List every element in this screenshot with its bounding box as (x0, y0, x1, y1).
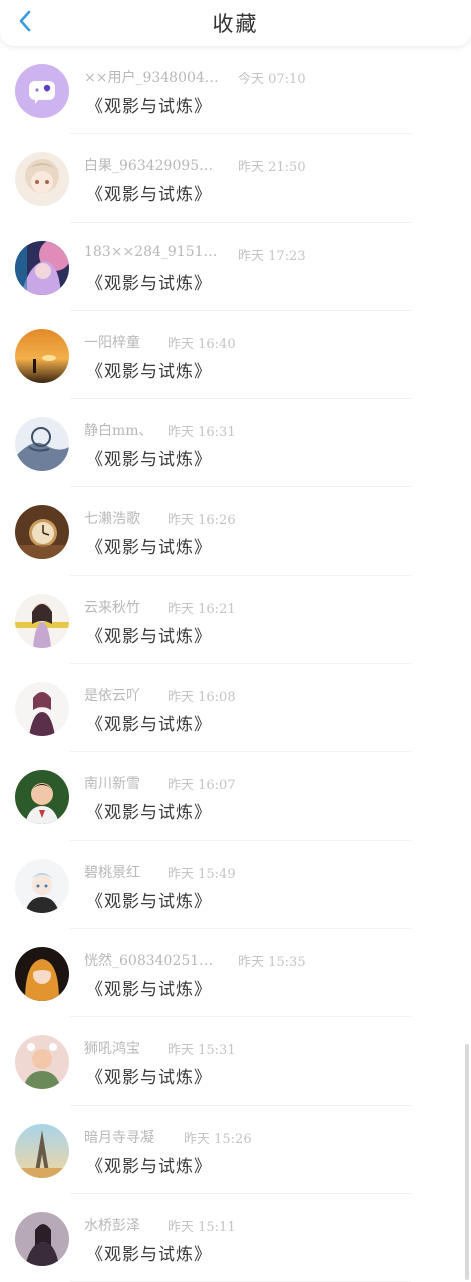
user-name: 静白mm、 (84, 423, 153, 440)
list-item[interactable]: 是依云吖 昨天 16:08 《观影与试炼》 (0, 664, 471, 753)
favorite-time: 昨天 16:31 (168, 425, 236, 441)
avatar[interactable] (15, 682, 69, 737)
page-title: 收藏 (212, 12, 259, 36)
user-name: 恍然_608340251… (84, 952, 214, 969)
work-title[interactable]: 《观影与试炼》 (86, 975, 212, 1000)
user-name: 七濑浩歌 (84, 511, 140, 528)
favorite-time: 昨天 16:08 (168, 690, 236, 706)
avatar[interactable] (15, 858, 69, 913)
work-title[interactable]: 《观影与试炼》 (86, 533, 212, 558)
user-name: 狮吼鸿宝 (84, 1041, 140, 1058)
list-item[interactable]: 一阳梓童 昨天 16:40 《观影与试炼》 (0, 311, 471, 400)
favorite-time: 昨天 16:07 (168, 778, 236, 794)
avatar[interactable] (15, 1123, 69, 1178)
work-title[interactable]: 《观影与试炼》 (86, 1152, 212, 1177)
list-item[interactable]: 暗月寺寻凝 昨天 15:26 《观影与试炼》 (0, 1106, 471, 1195)
favorite-time: 昨天 16:26 (168, 513, 236, 529)
work-title[interactable]: 《观影与试炼》 (86, 710, 212, 735)
list-item[interactable]: 水桥彭泽 昨天 15:11 《观影与试炼》 (0, 1194, 471, 1282)
list-item[interactable]: 静白mm、 昨天 16:31 《观影与试炼》 (0, 399, 471, 488)
work-title[interactable]: 《观影与试炼》 (86, 798, 212, 823)
list-item[interactable]: 碧桃景红 昨天 15:49 《观影与试炼》 (0, 841, 471, 930)
list-item[interactable]: 七濑浩歌 昨天 16:26 《观影与试炼》 (0, 487, 471, 577)
list-item[interactable]: 白果_963429095… 昨天 21:50 《观影与试炼》 (0, 134, 471, 223)
favorite-time: 昨天 17:23 (238, 248, 306, 264)
list-item[interactable]: 恍然_608340251… 昨天 15:35 《观影与试炼》 (0, 929, 471, 1018)
user-name: 183××284_9151… (84, 243, 218, 260)
favorite-time: 昨天 21:50 (238, 160, 306, 176)
favorite-time: 昨天 16:21 (168, 601, 236, 617)
avatar[interactable] (15, 152, 69, 207)
user-name: 南川新雪 (84, 776, 140, 793)
avatar[interactable] (15, 64, 69, 118)
work-title[interactable]: 《观影与试炼》 (86, 269, 212, 294)
user-name: 云来秋竹 (84, 599, 140, 616)
user-name: 水桥彭泽 (84, 1217, 140, 1234)
favorite-time: 昨天 15:35 (238, 954, 306, 970)
avatar[interactable] (15, 1211, 69, 1266)
avatar[interactable] (15, 505, 69, 560)
avatar[interactable] (15, 240, 69, 295)
scrollbar[interactable] (465, 1044, 469, 1280)
favorite-time: 昨天 15:49 (168, 866, 236, 882)
list-item[interactable]: 183××284_9151… 昨天 17:23 《观影与试炼》 (0, 223, 471, 312)
list-item[interactable]: ××用户_9348004… 今天 07:10 《观影与试炼》 (0, 46, 471, 135)
work-title[interactable]: 《观影与试炼》 (86, 180, 212, 205)
user-name: 暗月寺寻凝 (84, 1129, 154, 1146)
favorite-time: 昨天 15:31 (168, 1043, 236, 1059)
favorite-time: 昨天 15:26 (184, 1131, 252, 1147)
favorite-time: 今天 07:10 (238, 72, 306, 87)
list-item[interactable]: 南川新雪 昨天 16:07 《观影与试炼》 (0, 752, 471, 841)
avatar[interactable] (15, 946, 69, 1001)
favorites-list: ××用户_9348004… 今天 07:10 《观影与试炼》 白果_963429… (0, 46, 471, 1282)
list-item[interactable]: 云来秋竹 昨天 16:21 《观影与试炼》 (0, 576, 471, 665)
work-title[interactable]: 《观影与试炼》 (86, 357, 212, 382)
user-name: 一阳梓童 (84, 334, 140, 351)
work-title[interactable]: 《观影与试炼》 (86, 1240, 212, 1265)
avatar[interactable] (15, 328, 69, 383)
work-title[interactable]: 《观影与试炼》 (86, 445, 212, 470)
user-name: 白果_963429095… (84, 158, 214, 175)
avatar[interactable] (15, 1035, 69, 1090)
user-name: 是依云吖 (84, 688, 140, 705)
avatar[interactable] (15, 417, 69, 472)
work-title[interactable]: 《观影与试炼》 (86, 622, 212, 647)
work-title[interactable]: 《观影与试炼》 (86, 1063, 212, 1088)
favorite-time: 昨天 15:11 (168, 1219, 236, 1235)
user-name: ××用户_9348004… (84, 70, 219, 86)
avatar[interactable] (15, 593, 69, 648)
work-title[interactable]: 《观影与试炼》 (86, 887, 212, 912)
avatar[interactable] (15, 770, 69, 825)
top-bar: 收藏 (0, 0, 471, 46)
favorite-time: 昨天 16:40 (168, 336, 236, 352)
work-title[interactable]: 《观影与试炼》 (86, 92, 212, 117)
user-name: 碧桃景红 (84, 864, 140, 881)
list-item[interactable]: 狮吼鸿宝 昨天 15:31 《观影与试炼》 (0, 1017, 471, 1106)
